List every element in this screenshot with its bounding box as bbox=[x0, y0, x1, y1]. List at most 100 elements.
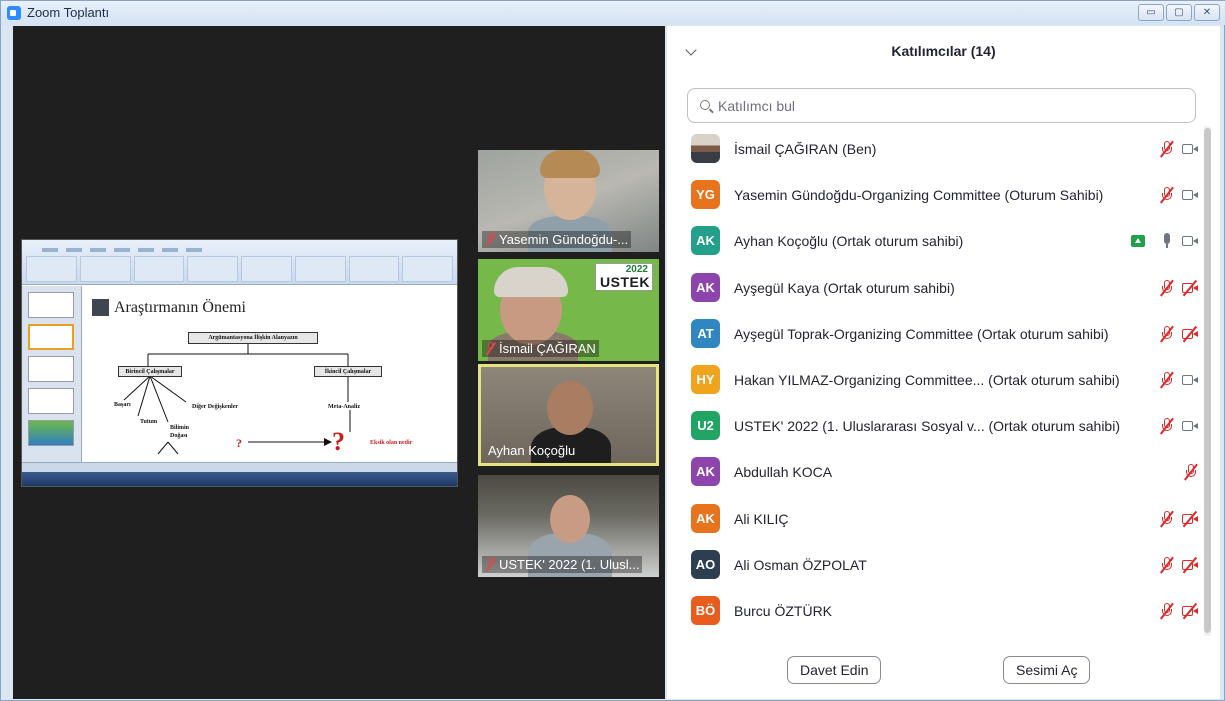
participant-row[interactable]: AT Ayşegül Toprak-Organizing Committee (O… bbox=[667, 311, 1207, 357]
zoom-app-icon bbox=[7, 6, 21, 20]
participant-name: Abdullah KOCA bbox=[734, 464, 833, 481]
participant-row[interactable]: HY Hakan YILMAZ-Organizing Committee... (… bbox=[667, 357, 1207, 403]
tile-name: USTEK' 2022 (1. Ulusl... bbox=[499, 557, 640, 572]
camera-on-icon bbox=[1181, 140, 1199, 158]
remote-taskbar bbox=[22, 472, 457, 486]
invite-button[interactable]: Davet Edin bbox=[787, 656, 882, 684]
camera-off-icon bbox=[1181, 602, 1199, 620]
participant-name: Ayşegül Kaya (Ortak oturum sahibi) bbox=[734, 279, 955, 296]
label-diger-degiskenler: Diğer Değişkenler bbox=[192, 404, 239, 410]
avatar: AK bbox=[691, 272, 720, 302]
mic-muted-icon bbox=[1159, 325, 1175, 343]
participant-name: Ayhan Koçoğlu (Ortak oturum sahibi) bbox=[734, 233, 964, 250]
label-bilimin-dogasi: Bilimin Doğası bbox=[170, 425, 190, 439]
participant-row[interactable]: AK Abdullah KOCA bbox=[667, 449, 1207, 495]
avatar: AO bbox=[691, 549, 720, 579]
muted-mic-icon bbox=[485, 557, 496, 572]
ustek-logo: 2022 USTEK bbox=[595, 263, 653, 291]
slide-thumbnails bbox=[22, 286, 82, 464]
camera-on-icon bbox=[1181, 371, 1199, 389]
slide-question-mark: ? bbox=[236, 436, 242, 450]
participant-name: İsmail ÇAĞIRAN (Ben) bbox=[734, 141, 877, 157]
tile-name: Yasemin Gündoğdu-... bbox=[499, 232, 629, 247]
participant-row[interactable]: AK Ali KILIÇ bbox=[667, 496, 1207, 542]
participant-row[interactable]: U2 USTEK' 2022 (1. Uluslararası Sosyal v.… bbox=[667, 403, 1207, 449]
camera-off-icon bbox=[1181, 325, 1199, 343]
avatar: U2 bbox=[691, 411, 720, 441]
participant-row[interactable]: BÖ Burcu ÖZTÜRK bbox=[667, 588, 1207, 634]
mic-muted-icon bbox=[1183, 463, 1199, 481]
video-area: Araştırmanın Önemi Argümantasyona İlişki… bbox=[13, 26, 665, 699]
title-bar: Zoom Toplantı ▭ ▢ ✕ bbox=[1, 1, 1225, 25]
label-tutum: Tutum bbox=[140, 419, 158, 425]
avatar: AK bbox=[691, 503, 720, 533]
close-button[interactable]: ✕ bbox=[1194, 4, 1220, 21]
secondary-studies-box: İkincil Çalışmalar bbox=[314, 366, 382, 377]
camera-on-icon bbox=[1181, 417, 1199, 435]
tile-name: Ayhan Koçoğlu bbox=[488, 443, 576, 458]
participant-row[interactable]: İsmail ÇAĞIRAN (Ben) bbox=[667, 126, 1207, 172]
video-tile[interactable]: USTEK' 2022 (1. Ulusl... bbox=[478, 475, 659, 577]
muted-mic-icon bbox=[485, 232, 496, 247]
ppt-ribbon bbox=[22, 240, 457, 285]
window-title: Zoom Toplantı bbox=[27, 5, 110, 20]
camera-on-icon bbox=[1181, 186, 1199, 204]
primary-studies-box: Birincil Çalışmalar bbox=[118, 366, 182, 377]
maximize-button[interactable]: ▢ bbox=[1166, 4, 1192, 21]
diagram-connectors bbox=[123, 344, 351, 455]
participant-name: Ali KILIÇ bbox=[734, 510, 789, 527]
participant-search[interactable] bbox=[687, 88, 1196, 123]
participant-name: Yasemin Gündoğdu-Organizing Committee (O… bbox=[734, 187, 1104, 204]
avatar: AK bbox=[691, 226, 720, 256]
screen-share-icon bbox=[1131, 235, 1145, 248]
mic-muted-icon bbox=[1159, 140, 1175, 158]
mic-muted-icon bbox=[1159, 186, 1175, 204]
participant-name: USTEK' 2022 (1. Uluslararası Sosyal v...… bbox=[734, 418, 1120, 435]
panel-title: Katılımcılar (14) bbox=[891, 43, 996, 59]
ppt-status-bar bbox=[22, 462, 457, 472]
avatar bbox=[691, 134, 720, 163]
avatar: HY bbox=[691, 365, 720, 394]
participant-list: İsmail ÇAĞIRAN (Ben) YG Yasemin Gündoğdu-O… bbox=[667, 126, 1207, 646]
avatar: YG bbox=[691, 180, 720, 210]
camera-off-icon bbox=[1181, 510, 1199, 528]
camera-off-icon bbox=[1181, 556, 1199, 574]
video-tile[interactable]: Yasemin Gündoğdu-... bbox=[478, 150, 659, 252]
mic-muted-icon bbox=[1159, 417, 1175, 435]
label-eksik: Eksik olan nedir bbox=[370, 440, 413, 446]
avatar: AT bbox=[691, 318, 720, 348]
camera-off-icon bbox=[1181, 279, 1199, 297]
mic-muted-icon bbox=[1159, 279, 1175, 297]
shared-screen[interactable]: Araştırmanın Önemi Argümantasyona İlişki… bbox=[21, 239, 458, 487]
literature-box: Argümantasyona İlişkin Alanyazın bbox=[188, 332, 318, 344]
search-icon bbox=[700, 100, 710, 110]
participant-scrollbar[interactable] bbox=[1204, 126, 1211, 636]
mic-muted-icon bbox=[1159, 510, 1175, 528]
label-meta-analiz: Meta-Analiz bbox=[328, 404, 360, 410]
minimize-button[interactable]: ▭ bbox=[1138, 4, 1164, 21]
slide-canvas: Araştırmanın Önemi Argümantasyona İlişki… bbox=[88, 292, 456, 462]
slide-question-mark-large: ? bbox=[332, 427, 345, 456]
participant-name: Burcu ÖZTÜRK bbox=[734, 603, 833, 619]
participant-name: Ali Osman ÖZPOLAT bbox=[734, 556, 867, 573]
avatar: BÖ bbox=[691, 596, 720, 625]
unmute-button[interactable]: Sesimi Aç bbox=[1003, 656, 1091, 684]
search-input[interactable] bbox=[718, 96, 1178, 116]
tile-name: İsmail ÇAĞIRAN bbox=[499, 341, 596, 356]
participant-name: Ayşegül Toprak-Organizing Committee (Ort… bbox=[734, 325, 1109, 342]
mic-muted-icon bbox=[1159, 371, 1175, 389]
mic-muted-icon bbox=[1159, 556, 1175, 574]
participants-panel: Katılımcılar (14) İsmail ÇAĞIRAN (Ben) YG… bbox=[667, 26, 1220, 699]
mic-muted-icon bbox=[1159, 602, 1175, 620]
participant-row[interactable]: AK Ayhan Koçoğlu (Ortak oturum sahibi) bbox=[667, 218, 1207, 264]
video-tile-active-speaker[interactable]: Ayhan Koçoğlu bbox=[478, 364, 659, 466]
label-basari: Başarı bbox=[114, 402, 131, 408]
zoom-window: Zoom Toplantı ▭ ▢ ✕ Araştırmanın Önemi A… bbox=[0, 0, 1225, 701]
video-tile[interactable]: 2022 USTEK İsmail ÇAĞIRAN bbox=[478, 259, 659, 361]
mic-on-icon bbox=[1159, 232, 1175, 250]
participant-name: Hakan YILMAZ-Organizing Committee... (Or… bbox=[734, 372, 1120, 388]
camera-on-icon bbox=[1181, 232, 1199, 250]
participant-row[interactable]: AO Ali Osman ÖZPOLAT bbox=[667, 542, 1207, 588]
participant-row[interactable]: AK Ayşegül Kaya (Ortak oturum sahibi) bbox=[667, 265, 1207, 311]
participant-row[interactable]: YG Yasemin Gündoğdu-Organizing Committee … bbox=[667, 172, 1207, 218]
